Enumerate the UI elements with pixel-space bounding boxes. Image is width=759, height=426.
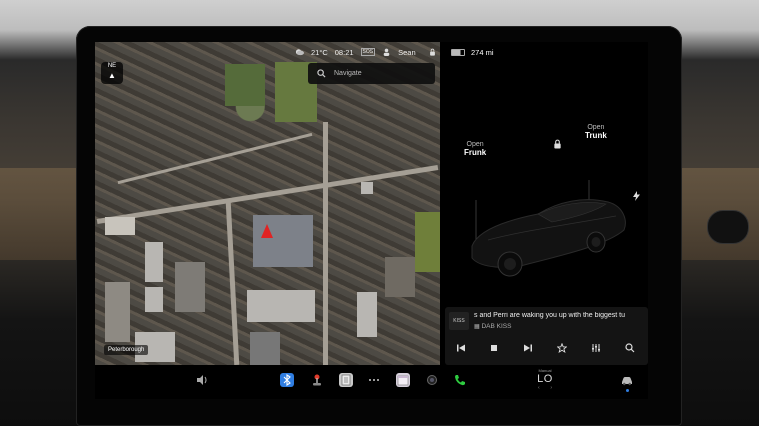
field-area-east xyxy=(415,212,440,272)
previous-track-icon[interactable] xyxy=(456,343,466,353)
park-area xyxy=(225,64,265,106)
road xyxy=(323,122,328,365)
building xyxy=(145,242,163,282)
climate-down-icon[interactable]: ‹ xyxy=(538,385,540,391)
climate-control[interactable]: Manual LO ‹ › xyxy=(536,368,554,391)
air-vent xyxy=(707,210,749,244)
user-icon xyxy=(383,48,390,56)
road xyxy=(225,201,240,365)
car-icon xyxy=(622,377,632,386)
phone-app[interactable] xyxy=(453,373,467,387)
compass-label: NE xyxy=(107,63,117,69)
building xyxy=(253,215,313,267)
map-compass[interactable]: NE ▲ xyxy=(101,62,123,84)
clock: 08:21 xyxy=(334,47,354,57)
building xyxy=(105,217,135,235)
next-track-icon[interactable] xyxy=(523,343,533,353)
camera-app[interactable] xyxy=(425,373,439,387)
camera-icon xyxy=(427,375,437,385)
building xyxy=(385,257,415,297)
car-model-image xyxy=(471,180,626,277)
active-indicator-dot xyxy=(626,389,629,392)
bluetooth-app[interactable] xyxy=(280,373,294,387)
joystick-icon xyxy=(313,374,321,386)
dashboard-trim-left xyxy=(0,168,86,260)
climate-arrows: ‹ › xyxy=(538,385,552,391)
media-source: ▦ DAB KISS xyxy=(474,323,511,330)
open-frunk-button[interactable]: Open Frunk xyxy=(464,141,486,157)
media-player[interactable]: KISS s and Perri are waking you up with … xyxy=(445,307,648,365)
more-apps-button[interactable] xyxy=(367,373,381,387)
station-logo: KISS xyxy=(449,312,469,330)
map-place-label: Peterborough xyxy=(104,345,149,355)
climate-up-icon[interactable]: › xyxy=(550,385,552,391)
bluetooth-icon xyxy=(283,373,291,387)
equalizer-icon[interactable] xyxy=(591,343,601,353)
navigate-search[interactable]: Navigate xyxy=(308,63,435,84)
calendar-app[interactable] xyxy=(396,373,410,387)
calendar-icon xyxy=(397,375,409,386)
touchscreen: NE ▲ Peterborough 21°C 08:21 SOS Sean 27… xyxy=(95,42,648,399)
current-location-icon xyxy=(261,224,273,238)
compass-arrow-icon: ▲ xyxy=(108,71,116,80)
media-search-icon[interactable] xyxy=(625,343,635,353)
favorite-star-icon[interactable] xyxy=(557,343,567,353)
now-playing-text: s and Perri are waking you up with the b… xyxy=(474,312,625,319)
range-indicator: 274 mi xyxy=(451,48,494,57)
satellite-map[interactable]: NE ▲ Peterborough xyxy=(95,42,440,365)
radio-icon: ▦ xyxy=(474,324,480,330)
search-icon xyxy=(317,69,326,78)
user-name[interactable]: Sean xyxy=(398,48,416,57)
building xyxy=(145,287,163,312)
status-bar: 21°C 08:21 SOS Sean xyxy=(295,46,437,58)
stop-icon[interactable] xyxy=(489,343,499,353)
trunk-open-label: Open xyxy=(587,124,605,131)
trunk-name: Trunk xyxy=(585,131,607,140)
toybox-app[interactable] xyxy=(310,373,324,387)
phone-icon xyxy=(455,375,465,386)
lock-status-icon[interactable] xyxy=(428,48,437,56)
battery-icon xyxy=(451,49,465,56)
more-dots-icon xyxy=(369,379,379,381)
building xyxy=(250,332,280,365)
frunk-name: Frunk xyxy=(464,148,487,157)
manual-app[interactable] xyxy=(339,373,353,387)
road xyxy=(117,132,313,185)
bottom-dock: Manual LO ‹ › xyxy=(95,365,648,399)
manual-icon xyxy=(341,374,351,386)
station-badge: KISS xyxy=(453,318,465,324)
car-lock-icon[interactable] xyxy=(553,139,562,149)
building xyxy=(105,282,130,342)
building xyxy=(357,292,377,337)
volume-icon[interactable] xyxy=(195,373,209,387)
range-value: 274 mi xyxy=(471,48,494,57)
building xyxy=(175,262,205,312)
sos-badge[interactable]: SOS xyxy=(360,48,376,56)
building xyxy=(247,290,315,322)
car-controls-button[interactable] xyxy=(620,373,634,392)
weather-icon xyxy=(295,49,304,56)
media-source-label: DAB KISS xyxy=(481,323,512,330)
climate-temp-level: LO xyxy=(537,373,553,385)
open-trunk-button[interactable]: Open Trunk xyxy=(585,124,607,140)
building xyxy=(361,182,373,194)
frunk-open-label: Open xyxy=(466,141,484,148)
search-placeholder: Navigate xyxy=(334,70,362,77)
charge-port-icon[interactable] xyxy=(633,191,640,201)
temperature: 21°C xyxy=(311,47,328,57)
